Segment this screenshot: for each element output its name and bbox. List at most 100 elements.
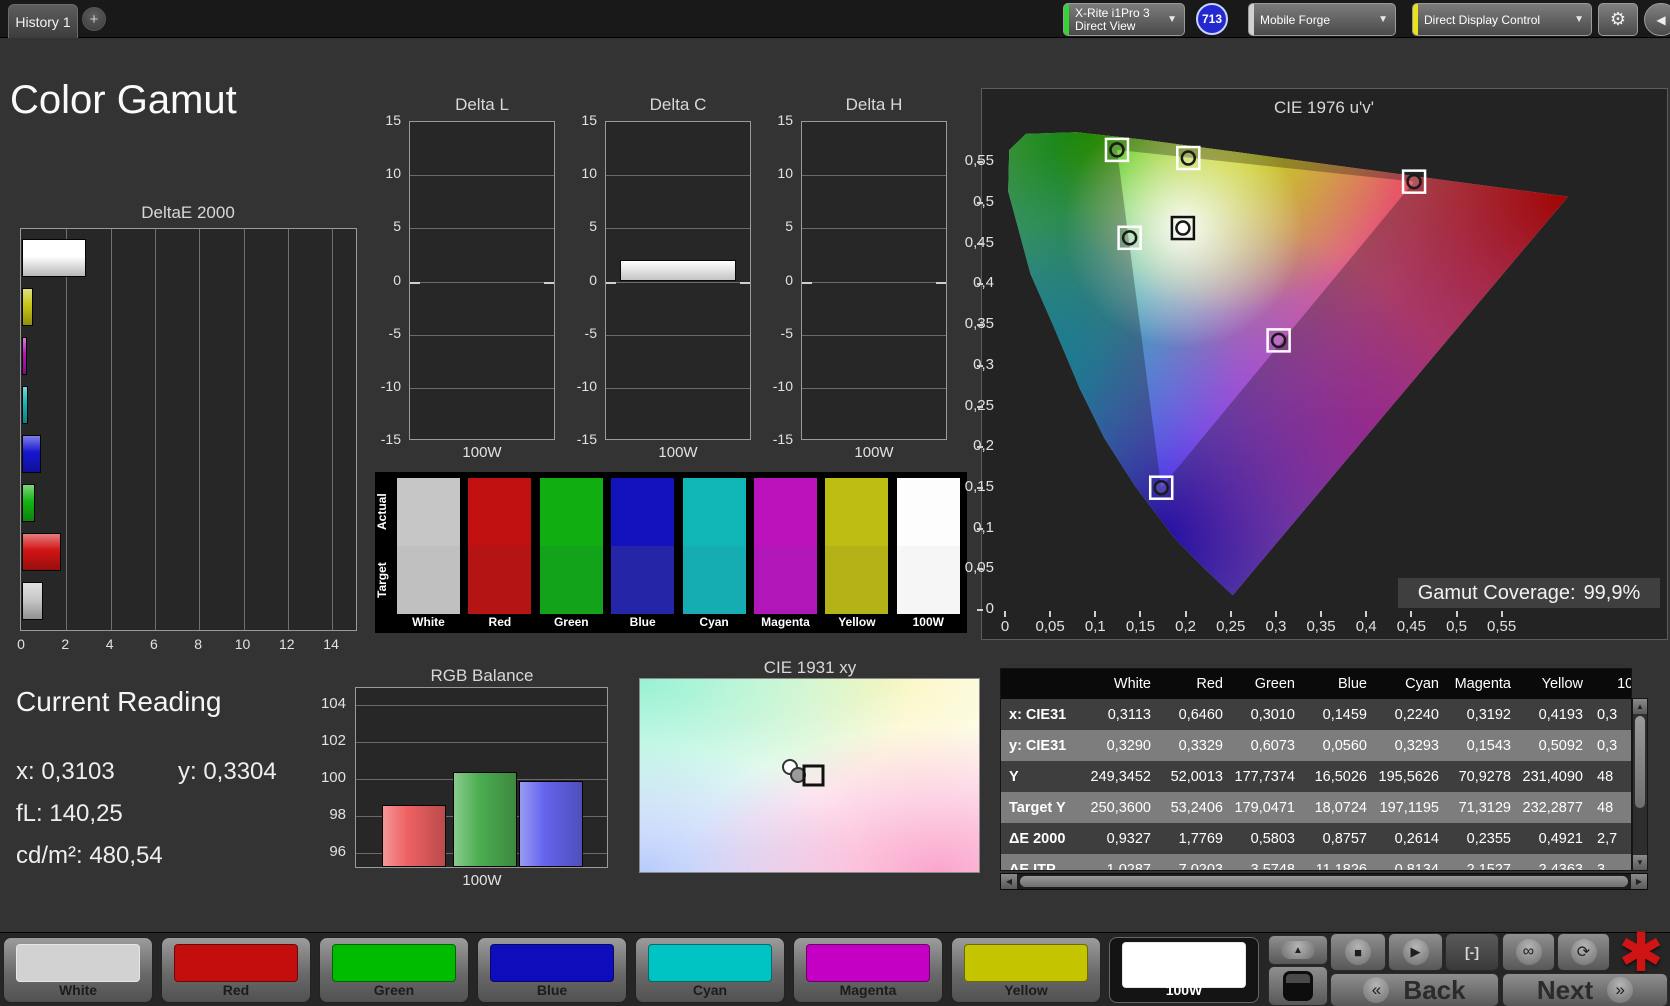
deltae-bar-green <box>22 484 35 523</box>
display-control-dropdown[interactable]: Direct Display Control ▼ <box>1412 3 1592 36</box>
target-row-label: Target <box>375 562 389 598</box>
cie-marker-dot <box>1109 142 1125 158</box>
scroll-up-button[interactable]: ▲ <box>1633 699 1647 714</box>
pattern-button-red[interactable]: Red <box>161 937 311 1003</box>
pattern-button-cyan[interactable]: Cyan <box>635 937 785 1003</box>
pattern-swatch <box>806 944 930 982</box>
axis-tick <box>977 202 983 204</box>
gridline <box>410 281 554 283</box>
collapse-panel-button[interactable]: ◀ <box>1644 3 1670 36</box>
axis-tick <box>1184 611 1187 617</box>
pattern-button-blue[interactable]: Blue <box>477 937 627 1003</box>
axis-tick-label: 15 <box>385 112 401 128</box>
next-button[interactable]: Next » <box>1502 973 1668 1006</box>
cie-marker-dot <box>1175 220 1191 236</box>
table-cell: 0,4193 <box>1538 706 1583 723</box>
scroll-left-button[interactable]: ◀ <box>1001 874 1017 889</box>
gridline <box>802 228 946 230</box>
pattern-button-green[interactable]: Green <box>319 937 469 1003</box>
pattern-button-100w[interactable]: 100W <box>1109 937 1259 1003</box>
table-cell: 195,5626 <box>1378 768 1439 785</box>
swatch-cyan <box>682 478 746 614</box>
table-cell: 0,3290 <box>1106 737 1151 754</box>
chevron-up-icon: ▲ <box>1281 941 1315 959</box>
table-cell: 2,4363 <box>1538 861 1583 871</box>
table-horizontal-scrollbar[interactable]: ◀ ▶ <box>1000 873 1648 890</box>
pattern-window-toggle-button[interactable] <box>1268 966 1328 1006</box>
chevron-double-right-icon: » <box>1607 977 1634 1003</box>
gridline <box>606 281 750 283</box>
settings-button[interactable]: ⚙ <box>1598 3 1638 36</box>
scroll-down-button[interactable]: ▼ <box>1633 855 1647 870</box>
pattern-button-magenta[interactable]: Magenta <box>793 937 943 1003</box>
gridline <box>802 387 946 389</box>
axis-tick-label: 104 <box>320 695 346 712</box>
swatch-target <box>825 546 889 614</box>
zero-tick <box>802 281 812 284</box>
display-control-stripe <box>1413 4 1418 35</box>
add-tab-button[interactable]: + <box>82 7 106 31</box>
swatch-actual <box>539 478 603 546</box>
axis-tick-label: 0,2 <box>973 437 994 455</box>
table-cell: 3,5748 <box>1250 861 1295 871</box>
scrollbar-thumb[interactable] <box>1020 876 1628 887</box>
swatch-100w <box>896 478 960 614</box>
source-dropdown[interactable]: Mobile Forge ▼ <box>1248 3 1396 36</box>
axis-tick-label: 0 <box>589 271 597 288</box>
pattern-button-white[interactable]: White <box>3 937 153 1003</box>
meter-dropdown[interactable]: X-Rite i1Pro 3 Direct View ▼ <box>1063 3 1185 36</box>
table-vertical-scrollbar[interactable]: ▲ ▼ <box>1632 698 1648 871</box>
swatch-yellow <box>825 478 889 614</box>
cie1976-chart <box>1008 132 1568 596</box>
stop-button[interactable]: ■ <box>1330 933 1386 971</box>
table-cell: 16,5026 <box>1314 768 1367 785</box>
axis-tick <box>1049 611 1052 617</box>
deltae-bar-blue <box>22 435 42 474</box>
cie-marker-dot <box>1121 230 1138 246</box>
back-button[interactable]: « Back <box>1330 973 1499 1006</box>
axis-tick <box>977 568 983 571</box>
cie-marker-dot <box>1180 150 1197 166</box>
deltae-bar-100w <box>22 238 87 277</box>
refresh-button[interactable]: ⟳ <box>1557 933 1610 971</box>
axis-tick-label: 0,4 <box>1355 618 1377 635</box>
table-cell: 52,0013 <box>1170 768 1223 785</box>
scroll-right-button[interactable]: ▶ <box>1631 874 1647 889</box>
delta-bar <box>620 260 736 282</box>
table-cell: 0,2355 <box>1466 830 1511 847</box>
pattern-button-yellow[interactable]: Yellow <box>951 937 1101 1003</box>
single-measure-button[interactable]: [-] <box>1445 933 1499 971</box>
deltae-bar-magenta <box>22 336 28 375</box>
scrollbar-thumb[interactable] <box>1635 716 1645 808</box>
table-row: x: CIE31 0,3113 0,6460 0,3010 0,1459 0,2240 0,… <box>1001 699 1631 730</box>
deltae-bar-yellow <box>22 287 33 326</box>
axis-tick <box>1410 611 1413 617</box>
table-cell: 0,6460 <box>1178 706 1223 723</box>
axis-tick <box>977 527 983 530</box>
tab-history-1[interactable]: History 1 <box>8 4 78 38</box>
axis-tick <box>977 324 983 327</box>
axis-tick-label: -10 <box>576 377 597 394</box>
swatch-actual <box>468 478 532 546</box>
axis-tick <box>1094 611 1097 617</box>
continuous-measure-button[interactable]: ∞ <box>1502 933 1555 971</box>
cie1931-title: CIE 1931 xy <box>763 658 857 677</box>
swatch-red <box>468 478 532 614</box>
axis-tick-label: 0,25 <box>1216 618 1246 635</box>
axis-tick <box>977 283 983 286</box>
axis-tick-label: 10 <box>234 636 251 652</box>
axis-tick-label: 4 <box>105 636 114 652</box>
cie-marker-dot <box>1153 479 1169 496</box>
table-cell: 2,1527 <box>1466 861 1511 871</box>
axis-tick-label: 0,45 <box>1396 618 1426 635</box>
gridline <box>606 387 750 389</box>
play-button[interactable]: ▶ <box>1388 933 1443 971</box>
axis-tick-label: -15 <box>576 431 597 447</box>
table-cell: 0,3192 <box>1466 706 1511 723</box>
pattern-window-up-button[interactable]: ▲ <box>1268 935 1328 965</box>
axis-tick-label: 0,55 <box>930 152 994 169</box>
table-row: Target Y 250,3600 53,2406 179,0471 18,0724 19… <box>1001 792 1631 823</box>
axis-tick-label: 98 <box>329 806 346 823</box>
axis-tick-label: 5 <box>589 218 597 235</box>
table-cell: 53,2406 <box>1170 799 1223 816</box>
